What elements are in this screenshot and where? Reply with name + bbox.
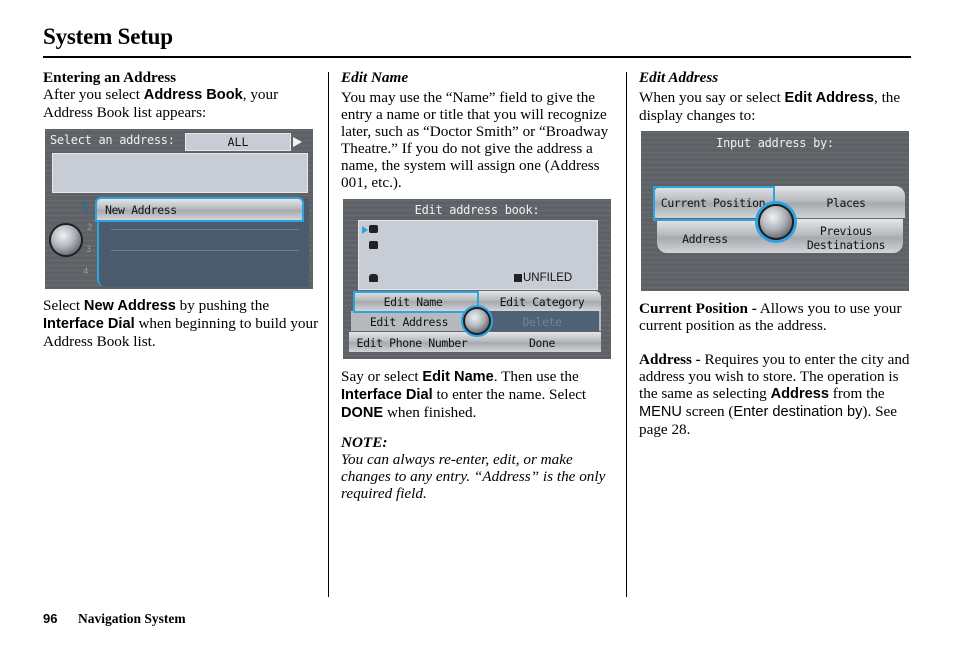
edit-address-book-screen: Edit address book: UNFILED Edit Name Edi…	[343, 199, 611, 359]
list-number-2: 2	[87, 223, 93, 233]
column-3-body: Current Position - Allows you to use you…	[639, 300, 914, 438]
edit-address-button[interactable]: Edit Address	[351, 315, 467, 329]
list-item-new-address[interactable]: New Address	[95, 197, 304, 222]
current-position-button[interactable]: Current Position	[653, 196, 773, 210]
screen-title: Input address by:	[716, 136, 834, 150]
intro-text: When you say or select Edit Address, the…	[639, 89, 901, 124]
column-3: Edit Address When you say or select Edit…	[639, 69, 914, 124]
section-heading: Edit Address	[639, 69, 719, 86]
footer-section: Navigation System	[78, 611, 186, 626]
category-label: UNFILED	[523, 272, 573, 284]
filter-dropdown[interactable]: ALL	[185, 133, 291, 151]
input-address-screen: Input address by: Current Position Place…	[641, 131, 909, 291]
page-title: System Setup	[43, 24, 173, 49]
play-arrow-icon[interactable]	[293, 137, 302, 147]
section-heading: Edit Name	[341, 69, 409, 86]
instruction-text: Say or select Edit Name. Then use the In…	[341, 368, 587, 421]
list-number-4: 4	[83, 267, 89, 277]
interface-dial-icon[interactable]	[760, 206, 792, 238]
column-2: Edit Name You may use the “Name” field t…	[341, 69, 616, 191]
home-icon	[369, 241, 378, 249]
interface-dial-icon[interactable]	[465, 309, 489, 333]
address-book-screen: Select an address: ALL New Address 1 2 3…	[45, 129, 313, 289]
intro-text: You may use the “Name” field to give the…	[341, 89, 609, 191]
instruction-text: Select New Address by pushing the Interf…	[43, 297, 319, 350]
edit-name-button[interactable]: Edit Name	[353, 295, 473, 309]
phone-icon	[369, 274, 378, 282]
address-description: Address - Requires you to enter the city…	[639, 351, 910, 438]
places-button[interactable]: Places	[791, 196, 901, 210]
page-number: 96	[43, 611, 58, 626]
list-number-1: 1	[81, 201, 90, 216]
column-divider-2	[626, 72, 627, 597]
edit-phone-number-button[interactable]: Edit Phone Number	[347, 336, 477, 350]
note-heading: NOTE:	[341, 434, 388, 451]
selection-arrow-icon	[362, 226, 368, 234]
current-position-description: Current Position - Allows you to use you…	[639, 300, 902, 334]
column-2-body: Say or select Edit Name. Then use the In…	[341, 368, 616, 502]
category-icon	[514, 274, 522, 282]
name-icon	[369, 225, 378, 233]
column-divider-1	[328, 72, 329, 597]
delete-button[interactable]: Delete	[483, 315, 601, 329]
interface-dial-icon[interactable]	[51, 225, 81, 255]
address-button[interactable]: Address	[655, 232, 755, 246]
done-button[interactable]: Done	[483, 336, 601, 350]
list-number-3: 3	[86, 245, 92, 255]
address-preview-box	[52, 153, 308, 193]
screen-title: Edit address book:	[414, 203, 540, 217]
screen-title: Select an address:	[50, 133, 175, 147]
title-rule	[43, 56, 911, 58]
column-1: Entering an Address After you select Add…	[43, 69, 323, 121]
edit-category-button[interactable]: Edit Category	[483, 295, 601, 309]
previous-destinations-button[interactable]: Previous Destinations	[791, 224, 901, 252]
intro-text: After you select Address Book, your Addr…	[43, 86, 279, 121]
entry-details-box: UNFILED	[358, 220, 598, 290]
column-1-body: Select New Address by pushing the Interf…	[43, 297, 323, 350]
note-text: You can always re-enter, edit, or make c…	[341, 451, 606, 502]
section-heading: Entering an Address	[43, 69, 177, 86]
